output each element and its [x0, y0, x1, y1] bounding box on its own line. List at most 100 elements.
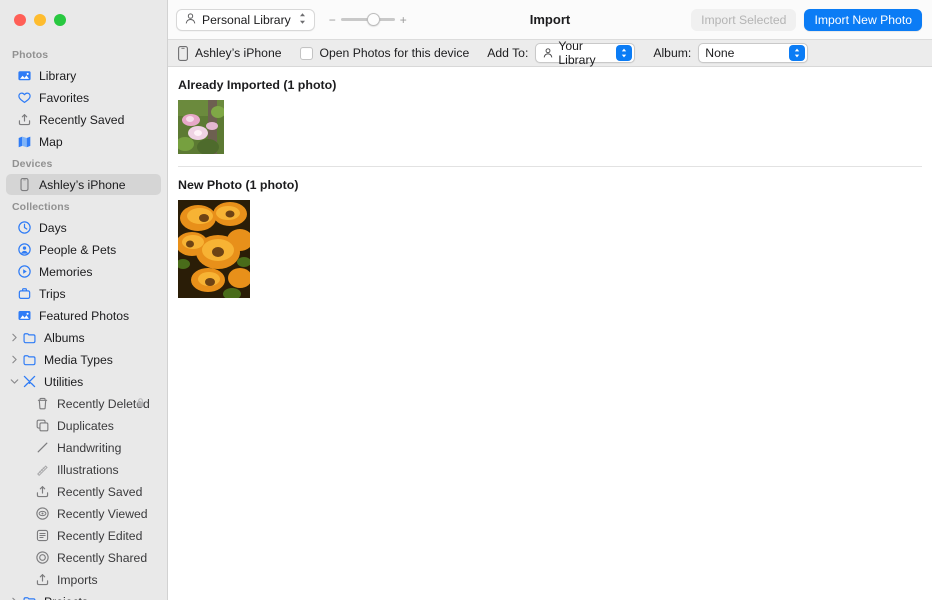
- clock-icon: [16, 220, 33, 236]
- import-options-bar: Ashley’s iPhone Open Photos for this dev…: [168, 39, 932, 67]
- album-stepper-icon[interactable]: [789, 45, 806, 61]
- sidebar-item-label: Recently Viewed: [57, 506, 148, 521]
- photo-thumbnail-row: [178, 200, 922, 310]
- chevron-right-icon[interactable]: [8, 333, 21, 342]
- content-pane: Personal Library − + Import Import Selec…: [168, 0, 932, 600]
- sidebar-item-label: Recently Shared: [57, 550, 148, 565]
- library-popup-label: Personal Library: [202, 12, 291, 27]
- add-to-stepper-icon[interactable]: [616, 45, 633, 61]
- iphone-icon: [16, 177, 33, 193]
- photo-thumbnail[interactable]: [178, 200, 250, 298]
- zoom-slider-knob[interactable]: [367, 13, 381, 26]
- add-to-popup[interactable]: Your Library: [535, 39, 636, 67]
- toolbar-actions: Import Selected Import New Photo: [691, 8, 922, 31]
- tray-arrow-up-icon: [34, 572, 51, 588]
- map-icon: [16, 134, 33, 150]
- memories-play-icon: [16, 264, 33, 280]
- sidebar-item-label: Map: [39, 134, 63, 149]
- zoom-in-label[interactable]: +: [400, 13, 407, 27]
- sidebar-item-label: Recently Saved: [57, 484, 143, 499]
- zoom-slider[interactable]: [340, 13, 395, 27]
- zoom-out-label[interactable]: −: [329, 13, 336, 27]
- minimize-button[interactable]: [34, 14, 46, 26]
- person-icon: [542, 47, 554, 59]
- sidebar-item-label: Illustrations: [57, 462, 119, 477]
- sidebar-item-trips[interactable]: Trips: [6, 283, 161, 304]
- lock-icon: [134, 396, 147, 412]
- import-selected-button[interactable]: Import Selected: [691, 8, 797, 31]
- album-popup[interactable]: None: [698, 43, 809, 63]
- open-photos-checkbox[interactable]: [299, 46, 313, 60]
- iphone-icon: [178, 45, 188, 61]
- import-new-photo-button[interactable]: Import New Photo: [804, 8, 922, 31]
- close-button[interactable]: [14, 14, 26, 26]
- tray-arrow-up-icon: [34, 484, 51, 500]
- sidebar-item-recently-deleted[interactable]: Recently Deleted: [6, 393, 161, 414]
- photo-thumbnail[interactable]: [178, 100, 224, 154]
- sidebar-item-label: Projects: [44, 595, 88, 600]
- sidebar-item-projects[interactable]: Projects: [6, 591, 161, 600]
- eye-circle-icon: [34, 506, 51, 522]
- sidebar-item-recently-edited[interactable]: Recently Edited: [6, 525, 161, 546]
- sidebar-item-people-pets[interactable]: People & Pets: [6, 239, 161, 260]
- sidebar-item-label: Media Types: [44, 352, 113, 367]
- sidebar-item-illustrations[interactable]: Illustrations: [6, 459, 161, 480]
- sidebar-item-label: People & Pets: [39, 242, 117, 257]
- add-to-value: Your Library: [558, 39, 596, 67]
- illustrations-icon: [34, 462, 51, 478]
- sidebar-item-media-types[interactable]: Media Types: [6, 349, 161, 370]
- heart-icon: [16, 90, 33, 106]
- sidebar-item-label: Library: [39, 68, 77, 83]
- sidebar-item-label: Memories: [39, 264, 93, 279]
- sidebar-item-label: Duplicates: [57, 418, 114, 433]
- sidebar-item-label: Days: [39, 220, 67, 235]
- chevron-right-icon[interactable]: [8, 355, 21, 364]
- sidebar-item-days[interactable]: Days: [6, 217, 161, 238]
- sidebar-item-label: Featured Photos: [39, 308, 130, 323]
- chevron-down-icon[interactable]: [8, 377, 21, 386]
- sidebar-item-ashley-s-iphone[interactable]: Ashley’s iPhone: [6, 174, 161, 195]
- sidebar-section-header: Collections: [12, 201, 70, 213]
- person-circle-icon: [16, 242, 33, 258]
- sidebar-section-header: Devices: [12, 158, 53, 170]
- edited-icon: [34, 528, 51, 544]
- sidebar-scroll-area[interactable]: Photos Library Favorites Recently Saved Map D…: [0, 40, 167, 600]
- sidebar-item-duplicates[interactable]: Duplicates: [6, 415, 161, 436]
- album-label: Album:: [653, 46, 692, 60]
- sidebar-item-label: Recently Edited: [57, 528, 143, 543]
- sidebar-item-favorites[interactable]: Favorites: [6, 87, 161, 108]
- suitcase-icon: [16, 286, 33, 302]
- shared-icon: [34, 550, 51, 566]
- add-to-label: Add To:: [487, 46, 529, 60]
- sidebar-item-imports[interactable]: Imports: [6, 569, 161, 590]
- duplicates-icon: [34, 418, 51, 434]
- library-popup-button[interactable]: Personal Library: [176, 8, 315, 31]
- sidebar-item-recently-saved[interactable]: Recently Saved: [6, 109, 161, 130]
- photo-section-title: New Photo (1 photo): [178, 178, 299, 192]
- sidebar-item-map[interactable]: Map: [6, 131, 161, 152]
- sidebar-item-label: Albums: [44, 330, 85, 345]
- sidebar-item-recently-saved[interactable]: Recently Saved: [6, 481, 161, 502]
- zoom-button[interactable]: [54, 14, 66, 26]
- pen-stroke-icon: [34, 440, 51, 456]
- sidebar-item-recently-viewed[interactable]: Recently Viewed: [6, 503, 161, 524]
- open-photos-checkbox-label[interactable]: Open Photos for this device: [320, 46, 470, 60]
- zoom-control[interactable]: − +: [329, 13, 407, 27]
- sidebar: Photos Library Favorites Recently Saved Map D…: [0, 0, 168, 600]
- sidebar-item-label: Recently Saved: [39, 112, 125, 127]
- sidebar-item-albums[interactable]: Albums: [6, 327, 161, 348]
- tools-icon: [21, 374, 38, 390]
- sidebar-item-label: Trips: [39, 286, 66, 301]
- photo-sections[interactable]: Already Imported (1 photo) New Photo (1 p…: [168, 67, 932, 600]
- sidebar-item-recently-shared[interactable]: Recently Shared: [6, 547, 161, 568]
- tray-arrow-up-icon: [16, 112, 33, 128]
- sidebar-item-label: Imports: [57, 572, 98, 587]
- traffic-lights: [0, 0, 167, 40]
- sidebar-item-featured-photos[interactable]: Featured Photos: [6, 305, 161, 326]
- sidebar-item-utilities[interactable]: Utilities: [6, 371, 161, 392]
- sidebar-item-memories[interactable]: Memories: [6, 261, 161, 282]
- toolbar: Personal Library − + Import Import Selec…: [168, 0, 932, 40]
- sidebar-item-library[interactable]: Library: [6, 65, 161, 86]
- sidebar-item-label: Utilities: [44, 374, 84, 389]
- sidebar-item-handwriting[interactable]: Handwriting: [6, 437, 161, 458]
